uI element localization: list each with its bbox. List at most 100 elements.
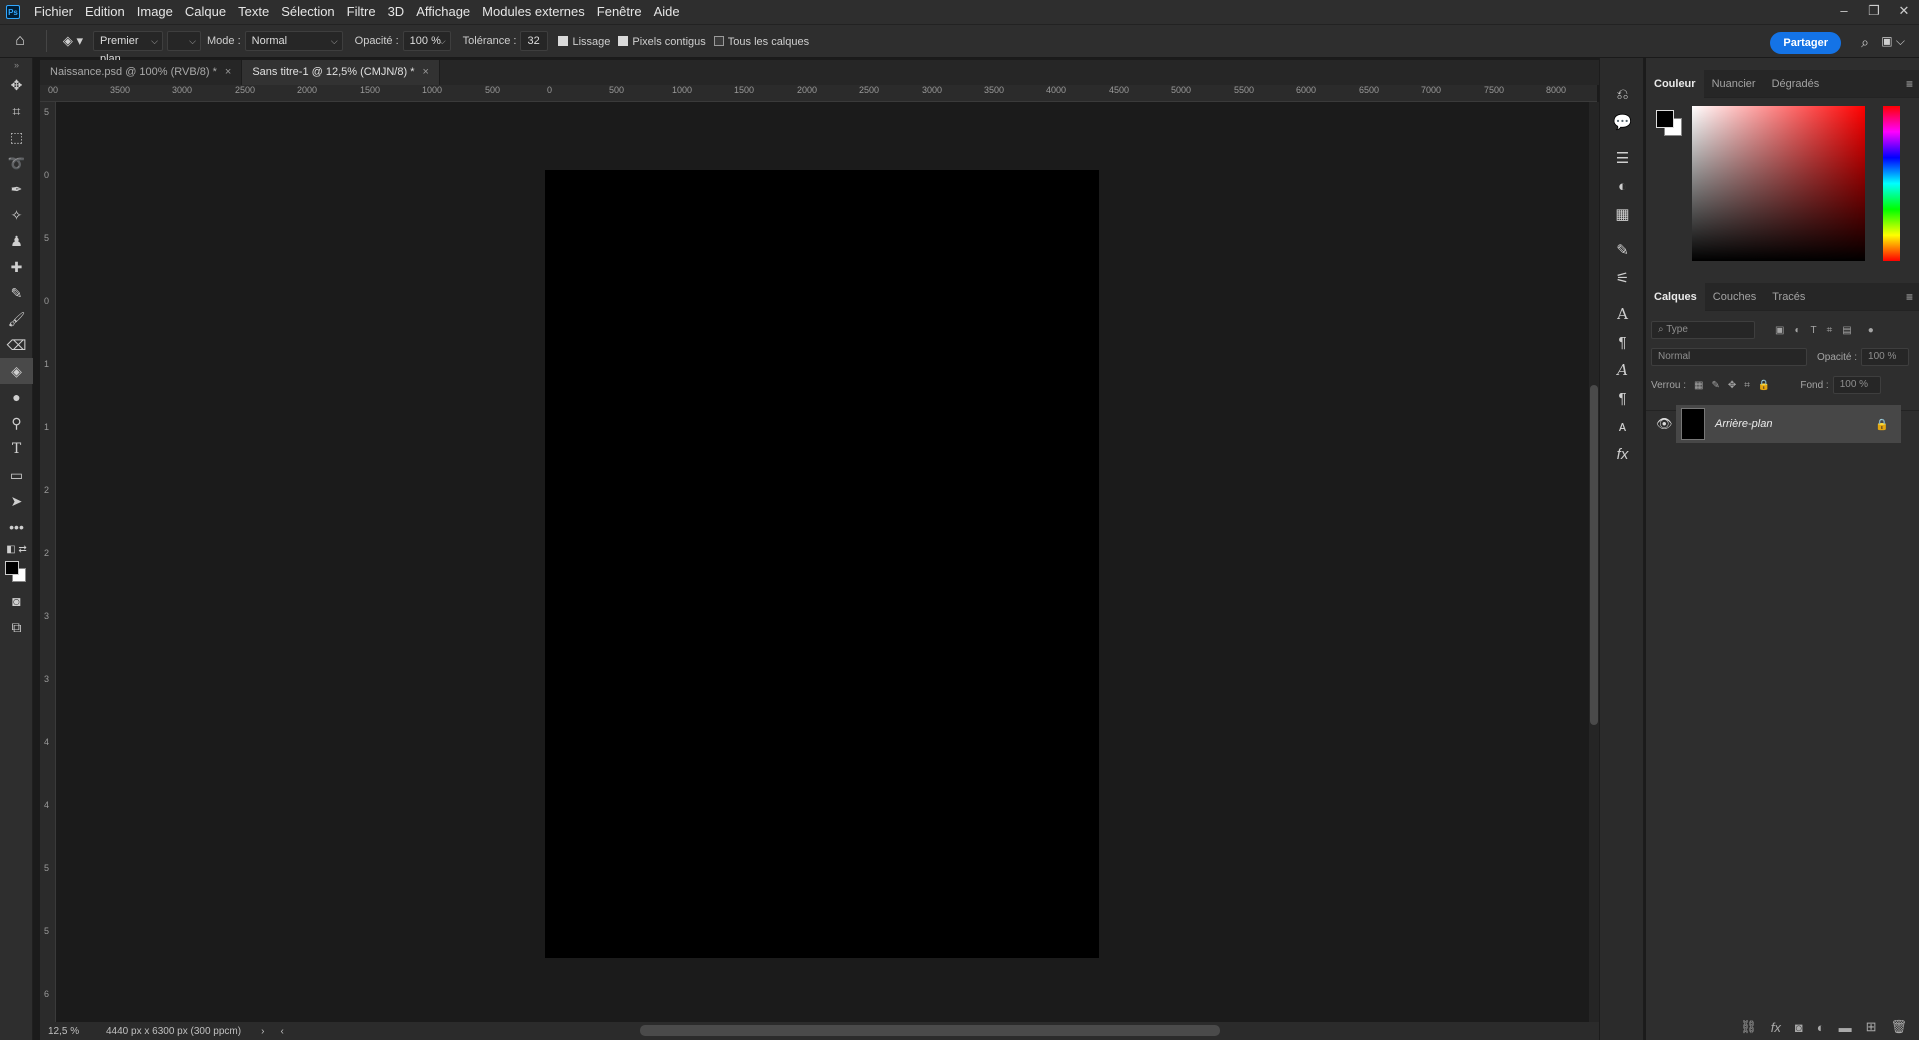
blend-mode-dropdown[interactable]: Normal: [1651, 348, 1807, 366]
menu-texte[interactable]: Texte: [232, 0, 275, 24]
scroll-left-icon[interactable]: ‹: [280, 1026, 283, 1037]
dodge-tool-icon[interactable]: ⚲: [0, 410, 33, 436]
fill-source-dropdown[interactable]: Premier plan ⌵: [93, 31, 163, 65]
close-tab-icon[interactable]: ×: [422, 66, 428, 78]
lasso-tool-icon[interactable]: ➰: [0, 150, 33, 176]
menu-filtre[interactable]: Filtre: [341, 0, 382, 24]
magic-wand-tool-icon[interactable]: ✧: [0, 202, 33, 228]
vertical-scroll-thumb[interactable]: [1590, 385, 1598, 725]
ruler-icon[interactable]: ▦: [1600, 200, 1645, 228]
layer-visibility-eye-icon[interactable]: 👁: [1656, 416, 1673, 432]
lock-position-icon[interactable]: ✥: [1728, 380, 1736, 391]
character-styles-icon[interactable]: ᴀ: [1600, 412, 1645, 440]
link-layers-icon[interactable]: ⛓: [1740, 1019, 1757, 1035]
layer-filter-dropdown[interactable]: ⌕ Type: [1651, 321, 1755, 339]
lock-all-icon[interactable]: 🔒: [1758, 380, 1770, 391]
share-button[interactable]: Partager: [1770, 32, 1841, 54]
path-selection-tool-icon[interactable]: ➤: [0, 488, 33, 514]
delete-layer-icon[interactable]: 🗑: [1890, 1019, 1907, 1035]
new-layer-icon[interactable]: ⊞: [1866, 1019, 1877, 1035]
pattern-picker[interactable]: ⌵: [167, 31, 201, 51]
layer-opacity-field[interactable]: 100 %: [1861, 348, 1910, 366]
foreground-color-swatch[interactable]: [1656, 110, 1674, 128]
document-canvas[interactable]: [545, 170, 1099, 958]
more-tools-icon[interactable]: •••: [0, 514, 33, 540]
all-layers-checkbox[interactable]: Tous les calques: [713, 35, 809, 48]
swap-colors-icon[interactable]: ◧ ⇄: [0, 540, 33, 558]
lock-transparency-icon[interactable]: ▦: [1694, 380, 1703, 391]
layer-row[interactable]: Arrière-plan 🔒: [1676, 405, 1901, 443]
add-style-icon[interactable]: fx: [1771, 1020, 1781, 1035]
stamp-tool-icon[interactable]: ♟: [0, 228, 33, 254]
tab-degrades[interactable]: Dégradés: [1764, 70, 1828, 98]
menu-fenetre[interactable]: Fenêtre: [591, 0, 648, 24]
tab-couleur[interactable]: Couleur: [1646, 69, 1704, 98]
menu-aide[interactable]: Aide: [648, 0, 686, 24]
healing-brush-tool-icon[interactable]: ✚: [0, 254, 33, 280]
comments-icon[interactable]: 💬: [1600, 108, 1645, 136]
tab-calques[interactable]: Calques: [1646, 282, 1705, 311]
marquee-tool-icon[interactable]: ⬚: [0, 124, 33, 150]
tab-couches[interactable]: Couches: [1705, 283, 1764, 311]
move-tool-icon[interactable]: ✥: [0, 72, 33, 98]
filter-smart-object-icon[interactable]: ▤: [1842, 325, 1851, 336]
opacity-field[interactable]: 100 % ⌵: [402, 31, 451, 51]
type-tool-icon[interactable]: T: [0, 436, 33, 462]
paragraph-styles-icon[interactable]: ¶: [1600, 384, 1645, 412]
history-icon[interactable]: ⎌: [1600, 80, 1645, 108]
tab-sans-titre[interactable]: Sans titre-1 @ 12,5% (CMJN/8) * ×: [242, 60, 440, 85]
collapse-icon[interactable]: »: [0, 58, 33, 72]
zoom-level[interactable]: 12,5 %: [48, 1026, 98, 1037]
screen-mode-icon[interactable]: ⧉: [0, 614, 33, 640]
workspace-icon[interactable]: ▣ ⌵: [1881, 34, 1905, 49]
layer-styles-icon[interactable]: fx: [1600, 440, 1645, 468]
adjustments-icon[interactable]: ☰: [1600, 144, 1645, 172]
close-tab-icon[interactable]: ×: [225, 66, 231, 78]
new-adjustment-icon[interactable]: ◐: [1817, 1020, 1825, 1035]
brush-settings-icon[interactable]: ✎: [1600, 236, 1645, 264]
antialias-checkbox[interactable]: Lissage: [558, 35, 610, 48]
brushes-icon[interactable]: ⚟: [1600, 264, 1645, 292]
panel-menu-icon[interactable]: ≡: [1906, 77, 1913, 91]
menu-3d[interactable]: 3D: [382, 0, 411, 24]
paragraph-icon[interactable]: ¶: [1600, 328, 1645, 356]
menu-affichage[interactable]: Affichage: [410, 0, 476, 24]
tab-naissance[interactable]: Naissance.psd @ 100% (RVB/8) * ×: [40, 60, 243, 85]
filter-shape-icon[interactable]: ⌗: [1827, 325, 1833, 336]
menu-modules-externes[interactable]: Modules externes: [476, 0, 591, 24]
contiguous-checkbox[interactable]: Pixels contigus: [618, 35, 706, 48]
menu-edition[interactable]: Edition: [79, 0, 131, 24]
layer-name[interactable]: Arrière-plan: [1715, 418, 1772, 430]
add-mask-icon[interactable]: ◙: [1795, 1020, 1803, 1035]
tolerance-field[interactable]: 32: [520, 31, 549, 51]
tab-nuancier[interactable]: Nuancier: [1704, 70, 1764, 98]
mode-dropdown[interactable]: Normal ⌵: [244, 31, 343, 51]
color-saturation-field[interactable]: [1692, 106, 1865, 261]
minimize-icon[interactable]: –: [1829, 0, 1859, 24]
eraser-tool-icon[interactable]: ⌫: [0, 332, 33, 358]
menu-selection[interactable]: Sélection: [275, 0, 340, 24]
filter-pixel-icon[interactable]: ▣: [1775, 325, 1784, 336]
character-icon[interactable]: A: [1600, 300, 1645, 328]
pen-tool-icon[interactable]: ✒: [0, 176, 33, 202]
eyedropper-tool-icon[interactable]: ✎: [0, 280, 33, 306]
menu-fichier[interactable]: Fichier: [28, 0, 79, 24]
new-group-icon[interactable]: ▬: [1839, 1020, 1852, 1035]
properties-icon[interactable]: ◐: [1600, 172, 1645, 200]
home-icon[interactable]: ⌂: [0, 32, 40, 50]
menu-calque[interactable]: Calque: [179, 0, 232, 24]
rectangle-tool-icon[interactable]: ▭: [0, 462, 33, 488]
menu-image[interactable]: Image: [131, 0, 179, 24]
paint-bucket-tool-icon[interactable]: ◈: [0, 358, 33, 384]
hue-slider[interactable]: [1883, 106, 1900, 261]
fill-field[interactable]: 100 %: [1832, 376, 1881, 394]
close-icon[interactable]: ✕: [1889, 0, 1919, 24]
lock-artboard-icon[interactable]: ⌗: [1744, 380, 1750, 391]
crop-tool-icon[interactable]: ⌗: [0, 98, 33, 124]
blur-tool-icon[interactable]: ●: [0, 384, 33, 410]
horizontal-scroll-thumb[interactable]: [640, 1025, 1220, 1036]
quick-mask-icon[interactable]: ◙: [0, 588, 33, 614]
panel-menu-icon[interactable]: ≡: [1906, 290, 1913, 304]
search-icon[interactable]: ⌕: [1861, 34, 1869, 51]
glyphs-icon[interactable]: A: [1600, 356, 1645, 384]
